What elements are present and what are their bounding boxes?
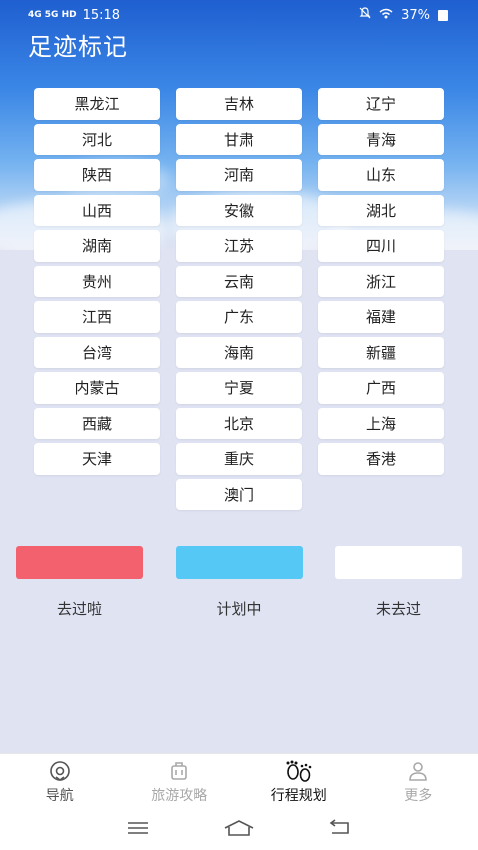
province-cell[interactable]: 湖南: [34, 230, 160, 262]
province-cell[interactable]: 香港: [318, 443, 444, 475]
status-bar: 4G 5G HD 15:18 37%: [0, 0, 478, 30]
mute-icon: [359, 7, 371, 23]
province-cell[interactable]: 黑龙江: [34, 88, 160, 120]
province-cell[interactable]: 辽宁: [318, 88, 444, 120]
legend-visited-swatch: [16, 546, 143, 579]
province-cell[interactable]: 澳门: [176, 478, 302, 510]
battery-icon: [438, 9, 448, 21]
province-grid: 黑龙江 吉林 辽宁 河北 甘肃 青海 陕西 河南 山东 山西 安徽 湖北 湖南 江苏 四川 贵州 云南 浙江 江西广…: [34, 88, 444, 510]
legend-unvisited-swatch: [335, 546, 462, 579]
province-cell[interactable]: 广东: [176, 301, 302, 333]
legend: [16, 546, 462, 579]
province-cell[interactable]: 北京: [176, 407, 302, 439]
province-cell[interactable]: 甘肃: [176, 123, 302, 155]
nav-label: 导航: [45, 787, 74, 804]
network-indicator: 4G 5G HD: [28, 10, 77, 20]
nav-item-more[interactable]: 更多: [359, 759, 478, 805]
grid-spacer: [34, 479, 160, 511]
legend-labels: 去过啦 计划中 未去过: [16, 598, 462, 619]
province-cell[interactable]: 内蒙古: [34, 372, 160, 404]
province-cell[interactable]: 江苏: [176, 230, 302, 262]
province-cell[interactable]: 重庆: [176, 443, 302, 475]
person-icon: [407, 759, 429, 783]
status-time: 15:18: [82, 7, 121, 23]
province-cell[interactable]: 浙江: [318, 265, 444, 297]
nav-label: 更多: [404, 787, 433, 804]
footprint-icon: [284, 759, 314, 783]
province-cell[interactable]: 四川: [318, 230, 444, 262]
province-cell[interactable]: 天津: [34, 443, 160, 475]
nav-label: 旅游攻略: [151, 787, 208, 804]
home-icon[interactable]: [223, 819, 255, 841]
province-cell[interactable]: 西藏: [34, 407, 160, 439]
province-cell[interactable]: 台湾: [34, 336, 160, 368]
province-cell[interactable]: 青海: [318, 123, 444, 155]
back-icon[interactable]: [328, 818, 352, 841]
battery-level: 37%: [401, 7, 430, 23]
province-cell[interactable]: 山东: [318, 159, 444, 191]
province-cell[interactable]: 河南: [176, 159, 302, 191]
nav-item-itinerary[interactable]: 行程规划: [239, 759, 358, 805]
province-cell[interactable]: 海南: [176, 336, 302, 368]
province-cell[interactable]: 山西: [34, 194, 160, 226]
nav-label: 行程规划: [270, 787, 327, 804]
system-navigation-bar: [0, 809, 478, 850]
compass-icon: [49, 759, 71, 783]
province-cell[interactable]: 福建: [318, 301, 444, 333]
legend-planned-label: 计划中: [216, 600, 262, 618]
province-cell[interactable]: 云南: [176, 265, 302, 297]
legend-unvisited-label: 未去过: [375, 600, 421, 618]
province-cell[interactable]: 湖北: [318, 194, 444, 226]
province-cell[interactable]: 江西: [34, 301, 160, 333]
province-cell[interactable]: 宁夏: [176, 372, 302, 404]
nav-item-travel-guide[interactable]: 旅游攻略: [120, 759, 239, 805]
province-cell[interactable]: 吉林: [176, 88, 302, 120]
grid-spacer: [318, 479, 444, 511]
province-cell[interactable]: 新疆: [318, 336, 444, 368]
menu-icon[interactable]: [126, 820, 150, 840]
legend-visited-label: 去过啦: [56, 600, 102, 618]
province-cell[interactable]: 安徽: [176, 194, 302, 226]
wifi-icon: [379, 8, 393, 23]
nav-item-navigation[interactable]: 导航: [0, 759, 119, 805]
province-cell[interactable]: 广西: [318, 372, 444, 404]
province-cell[interactable]: 陕西: [34, 159, 160, 191]
page-title: 足迹标记: [28, 33, 128, 61]
province-cell[interactable]: 河北: [34, 123, 160, 155]
province-cell[interactable]: 上海: [318, 407, 444, 439]
luggage-icon: [168, 759, 190, 783]
province-cell[interactable]: 贵州: [34, 265, 160, 297]
bottom-nav: 导航 旅游攻略 行程规划 更多: [0, 753, 478, 809]
legend-planned-swatch: [175, 546, 303, 579]
